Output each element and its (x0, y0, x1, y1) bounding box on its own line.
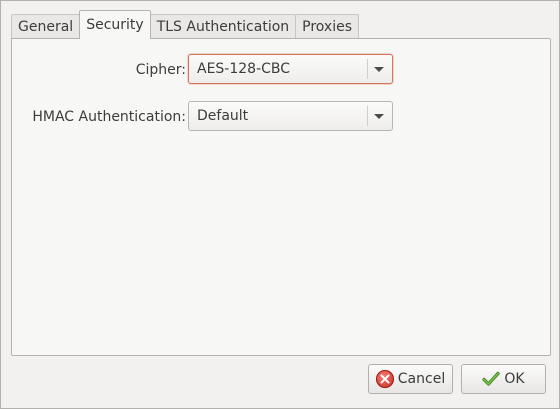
checkmark-icon (482, 370, 500, 388)
cipher-value: AES-128-CBC (197, 61, 291, 77)
chevron-down-icon (374, 67, 384, 72)
hmac-authentication-combobox[interactable]: Default (188, 101, 393, 131)
hmac-authentication-label: HMAC Authentication: (32, 109, 186, 125)
cancel-button-label: Cancel (397, 371, 446, 387)
ok-button-label: OK (504, 371, 525, 387)
combobox-separator (367, 106, 368, 126)
tab-proxies[interactable]: Proxies (295, 14, 360, 39)
cancel-button[interactable]: Cancel (368, 364, 453, 394)
chevron-down-icon (374, 114, 384, 119)
cipher-row: Cipher: AES-128-CBC (12, 54, 550, 86)
security-tab-panel: Cipher: AES-128-CBC HMAC Authentication:… (11, 38, 551, 356)
ok-button[interactable]: OK (461, 364, 546, 394)
cancel-icon (375, 370, 394, 388)
hmac-row: HMAC Authentication: Default (12, 101, 550, 133)
tab-tls-authentication[interactable]: TLS Authentication (149, 14, 297, 39)
tab-security[interactable]: Security (79, 10, 151, 39)
tab-bar: General Security TLS Authentication Prox… (11, 10, 360, 39)
combobox-separator (367, 59, 368, 79)
cipher-combobox[interactable]: AES-128-CBC (188, 54, 393, 84)
cipher-label: Cipher: (135, 62, 186, 78)
dialog-window: General Security TLS Authentication Prox… (0, 0, 560, 409)
hmac-authentication-value: Default (197, 108, 249, 124)
tab-general[interactable]: General (11, 14, 81, 39)
